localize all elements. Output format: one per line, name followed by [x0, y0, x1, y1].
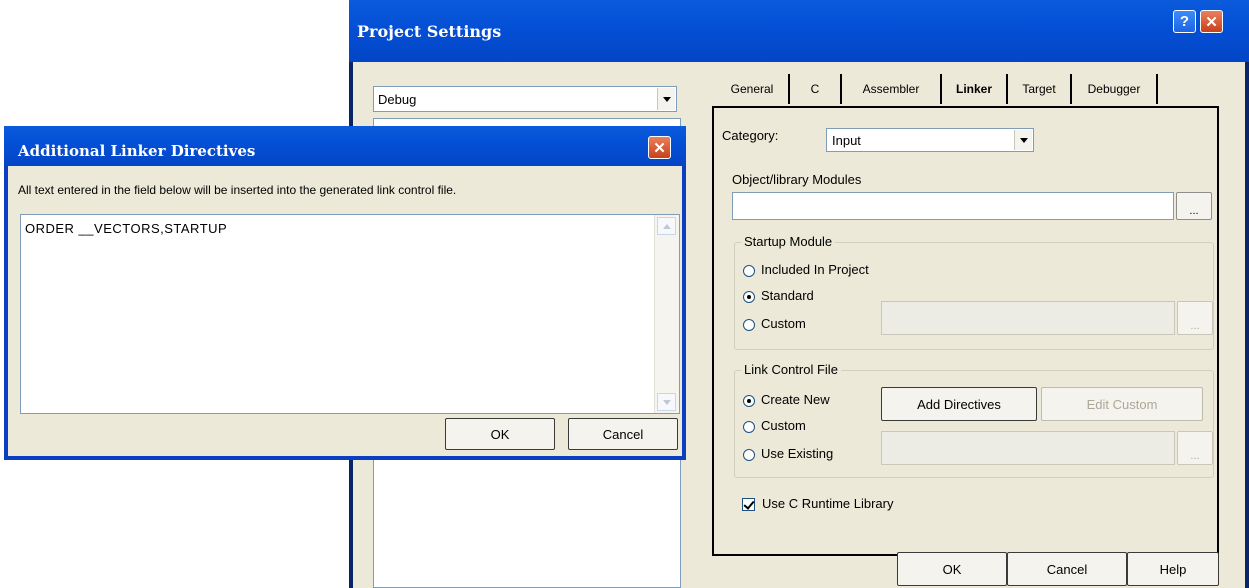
ok-button[interactable]: OK — [445, 418, 555, 450]
tab-c[interactable]: C — [790, 74, 842, 104]
link-create-new-label[interactable]: Create New — [761, 392, 830, 407]
startup-included-radio[interactable] — [743, 265, 755, 277]
configuration-select[interactable]: Debug — [373, 86, 677, 112]
window-title: Project Settings — [357, 22, 502, 41]
startup-custom-label[interactable]: Custom — [761, 316, 806, 331]
close-icon[interactable]: ✕ — [648, 136, 671, 159]
settings-tabs: General C Assembler Linker Target Debugg… — [716, 74, 1182, 106]
close-icon[interactable]: ✕ — [1200, 10, 1223, 33]
cancel-button[interactable]: Cancel — [568, 418, 678, 450]
link-use-existing-radio[interactable] — [743, 449, 755, 461]
add-directives-button[interactable]: Add Directives — [881, 387, 1037, 421]
chevron-down-icon[interactable] — [657, 88, 675, 110]
scroll-up-icon[interactable] — [657, 217, 676, 235]
link-use-existing-label[interactable]: Use Existing — [761, 446, 833, 461]
scroll-down-icon[interactable] — [657, 393, 676, 411]
use-c-runtime-label[interactable]: Use C Runtime Library — [762, 496, 894, 511]
configuration-value: Debug — [378, 92, 417, 107]
category-select[interactable]: Input — [826, 128, 1034, 152]
project-settings-titlebar[interactable]: Project Settings ? ✕ — [349, 0, 1249, 62]
directives-textarea[interactable]: ORDER __VECTORS,STARTUP — [20, 214, 680, 414]
tab-target[interactable]: Target — [1008, 74, 1072, 104]
help-icon[interactable]: ? — [1173, 10, 1196, 33]
ok-button[interactable]: OK — [897, 552, 1007, 586]
chevron-down-icon[interactable] — [1014, 130, 1032, 150]
dialog-description: All text entered in the field below will… — [18, 183, 457, 197]
startup-custom-browse-button: ... — [1177, 301, 1213, 335]
category-label: Category: — [722, 128, 779, 143]
tab-general[interactable]: General — [716, 74, 790, 104]
existing-file-browse-button: ... — [1177, 431, 1213, 465]
startup-custom-radio[interactable] — [743, 319, 755, 331]
object-modules-browse-button[interactable]: ... — [1176, 192, 1212, 220]
startup-standard-label[interactable]: Standard — [761, 288, 814, 303]
link-control-file-group: Link Control File Create New Custom Use … — [734, 362, 1214, 478]
link-control-file-title: Link Control File — [741, 362, 841, 377]
tab-debugger[interactable]: Debugger — [1072, 74, 1158, 104]
category-value: Input — [832, 133, 861, 148]
startup-included-label[interactable]: Included In Project — [761, 262, 869, 277]
vertical-scrollbar[interactable] — [654, 215, 679, 413]
edit-custom-button: Edit Custom — [1041, 387, 1203, 421]
link-custom-radio[interactable] — [743, 421, 755, 433]
cancel-button[interactable]: Cancel — [1007, 552, 1127, 586]
link-create-new-radio[interactable] — [743, 395, 755, 407]
tab-linker[interactable]: Linker — [942, 74, 1008, 104]
help-button[interactable]: Help — [1127, 552, 1219, 586]
startup-module-group: Startup Module Included In Project Stand… — [734, 234, 1214, 350]
existing-file-field — [881, 431, 1175, 465]
tab-assembler[interactable]: Assembler — [842, 74, 942, 104]
linker-directives-client: All text entered in the field below will… — [8, 166, 682, 456]
startup-module-title: Startup Module — [741, 234, 836, 249]
object-modules-field[interactable] — [732, 192, 1174, 220]
link-custom-label[interactable]: Custom — [761, 418, 806, 433]
linker-directives-titlebar[interactable]: Additional Linker Directives ✕ — [4, 126, 686, 166]
startup-standard-radio[interactable] — [743, 291, 755, 303]
directives-text: ORDER __VECTORS,STARTUP — [25, 221, 228, 236]
use-c-runtime-checkbox[interactable] — [742, 498, 755, 511]
linker-tab-panel: Category: Input Object/library Modules .… — [712, 106, 1219, 556]
object-modules-label: Object/library Modules — [732, 172, 862, 187]
startup-custom-field — [881, 301, 1175, 335]
dialog-title: Additional Linker Directives — [18, 142, 256, 160]
linker-directives-dialog: Additional Linker Directives ✕ All text … — [4, 126, 686, 460]
